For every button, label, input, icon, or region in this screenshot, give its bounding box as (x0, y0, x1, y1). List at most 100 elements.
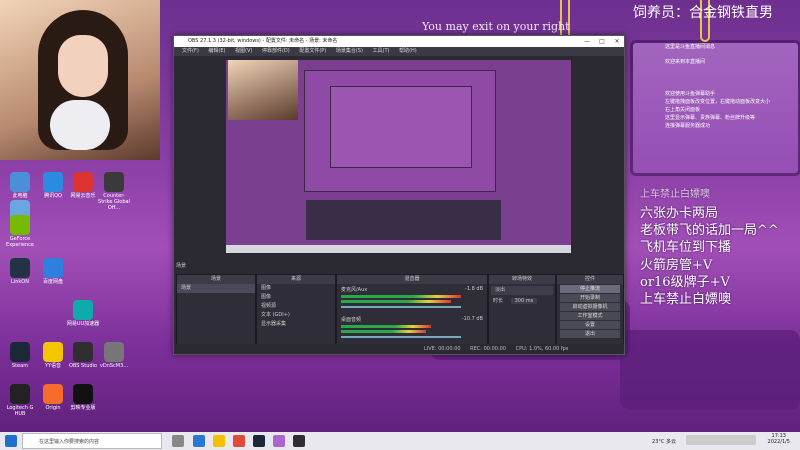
virtual-camera-button[interactable]: 启动虚拟摄像机 (560, 303, 620, 311)
clock-date: 2022/1/5 (767, 439, 790, 445)
preview-nested-mixer (306, 200, 501, 240)
desktop-icon[interactable]: Origin (36, 384, 70, 411)
desktop-icon[interactable]: Counter-Strike Global Off... (97, 172, 131, 211)
desktop-icon-label: OBS Studio (69, 363, 97, 369)
edge-icon[interactable] (193, 435, 205, 447)
desktop-icon[interactable]: LinkON (3, 258, 37, 285)
menu-profile[interactable]: 配置文件(P) (299, 48, 326, 54)
task-view-icon[interactable] (172, 435, 184, 447)
desktop-icon[interactable]: GeForce Experience (3, 215, 37, 248)
obs-titlebar[interactable]: OBS 27.1.3 (32-bit, windows) - 配置文件: 未命名… (174, 36, 624, 47)
desktop-icon-label: 此电脑 (12, 193, 28, 199)
wallpaper-quote: You may exit on your right (422, 20, 570, 33)
overlay-rule: 飞机车位到下播 (640, 240, 732, 255)
chat-line: 这里是斗鱼直播间消息 (665, 44, 716, 50)
minimize-icon[interactable]: — (580, 36, 594, 47)
desktop-icon[interactable]: 腾讯QQ (36, 172, 70, 199)
desktop-icon[interactable]: 百度网盘 (36, 258, 70, 285)
volume-meter (341, 300, 451, 303)
desktop-icon[interactable]: Logitech G HUB (3, 384, 37, 417)
scene-label: 场景 (176, 263, 187, 269)
mixer-header: 混音器 (337, 275, 487, 284)
windows-start-icon[interactable] (5, 435, 17, 447)
sources-header: 来源 (257, 275, 335, 284)
duration-label: 时长 (493, 298, 504, 304)
studio-mode-button[interactable]: 工作室模式 (560, 312, 620, 320)
transitions-dock: 转场特效 淡出 时长 300 ms (488, 274, 556, 354)
desktop-icon-image (104, 342, 124, 362)
source-item[interactable]: 文本 (GDI+) (257, 311, 335, 320)
file-explorer-icon[interactable] (213, 435, 225, 447)
desktop-icon-image (10, 258, 30, 278)
preview-taskbar (226, 245, 571, 253)
mixer-channel: 桌面音频 -10.7 dB (337, 314, 487, 344)
taskbar: 在这里输入你要搜索的内容 23°C 多云 17:13 2022/1/5 (0, 432, 800, 450)
exit-button[interactable]: 退出 (560, 330, 620, 338)
steam-icon[interactable] (253, 435, 265, 447)
stop-streaming-button[interactable]: 停止推流 (560, 285, 620, 293)
obs-taskbar-icon[interactable] (293, 435, 305, 447)
duration-input[interactable]: 300 ms (510, 298, 538, 304)
source-item[interactable]: 图像 (257, 293, 335, 302)
desktop-icon[interactable]: 网易云音乐 (66, 172, 100, 199)
controls-header: 控件 (557, 275, 623, 284)
menu-docks[interactable]: 停靠部件(D) (262, 48, 290, 54)
desktop-icon-image (104, 172, 124, 192)
mixer-channel-level: -10.7 dB (461, 316, 483, 322)
volume-slider[interactable] (341, 336, 461, 338)
desktop-icon[interactable]: Steam (3, 342, 37, 369)
source-item[interactable]: 图像 (257, 284, 335, 293)
desktop-icon-image (10, 384, 30, 404)
desktop-icon[interactable]: 剪映专业版 (66, 384, 100, 411)
cpu-stats: CPU: 1.0%, 60.00 fps (515, 346, 569, 352)
controls-dock: 控件 停止推流 开始录制 启动虚拟摄像机 工作室模式 设置 退出 (556, 274, 624, 354)
obs-preview[interactable] (226, 60, 571, 253)
menu-scene-collection[interactable]: 场景集合(S) (336, 48, 363, 54)
preview-webcam (228, 60, 298, 120)
desktop-icon[interactable]: vDnScM3... (97, 342, 131, 369)
live-time: LIVE: 00:00:00 (424, 346, 461, 352)
menu-edit[interactable]: 编辑(E) (208, 48, 225, 54)
menu-view[interactable]: 视图(V) (235, 48, 252, 54)
source-item[interactable]: 显示器采集 (257, 320, 335, 329)
settings-button[interactable]: 设置 (560, 321, 620, 329)
wallpaper-seat (620, 330, 800, 410)
clock[interactable]: 17:13 2022/1/5 (768, 433, 790, 445)
close-icon[interactable]: ✕ (610, 36, 624, 47)
transition-select[interactable]: 淡出 (491, 286, 553, 295)
desktop-icon-image (43, 384, 63, 404)
desktop-icon-image (43, 172, 63, 192)
desktop-icon-image (73, 172, 93, 192)
maximize-icon[interactable]: □ (595, 36, 609, 47)
desktop-icon-label: 网易云音乐 (70, 193, 96, 199)
desktop-icon-image (43, 258, 63, 278)
transitions-header: 转场特效 (489, 275, 555, 284)
desktop-icon-label: Logitech G HUB (6, 405, 34, 417)
desktop-icon[interactable]: OBS Studio (66, 342, 100, 369)
menu-file[interactable]: 文件(F) (182, 48, 199, 54)
desktop-icon-image (73, 342, 93, 362)
volume-slider[interactable] (341, 306, 461, 308)
chrome-icon[interactable] (233, 435, 245, 447)
scenes-header: 场景 (177, 275, 255, 284)
desktop-icon[interactable]: 此电脑 (3, 172, 37, 199)
menu-tools[interactable]: 工具(T) (373, 48, 390, 54)
mixer-channel: 麦克风/Aux -1.8 dB (337, 284, 487, 314)
obs-window[interactable]: OBS 27.1.3 (32-bit, windows) - 配置文件: 未命名… (173, 35, 625, 355)
obs-statusbar: LIVE: 00:00:00 REC: 00:00:00 CPU: 1.0%, … (174, 344, 624, 354)
app-icon[interactable] (273, 435, 285, 447)
tray-icons[interactable] (686, 435, 756, 445)
source-item[interactable]: 视频源 (257, 302, 335, 311)
obs-title: OBS 27.1.3 (32-bit, windows) - 配置文件: 未命名… (188, 38, 338, 44)
overlay-rule: 老板带飞的话加一局^^ (640, 223, 779, 238)
start-recording-button[interactable]: 开始录制 (560, 294, 620, 302)
taskbar-search-input[interactable]: 在这里输入你要搜索的内容 (22, 433, 162, 449)
desktop-icon[interactable]: YY语音 (36, 342, 70, 369)
weather-widget[interactable]: 23°C 多云 (652, 438, 676, 445)
webcam-feed (0, 0, 160, 160)
volume-meter (341, 330, 426, 333)
menu-help[interactable]: 帮助(H) (399, 48, 417, 54)
overlay-rule: 六张办卡两局 (640, 206, 719, 221)
scene-item[interactable]: 场景 (177, 284, 255, 293)
desktop-icon[interactable]: 网易UU加速器 (66, 300, 100, 327)
